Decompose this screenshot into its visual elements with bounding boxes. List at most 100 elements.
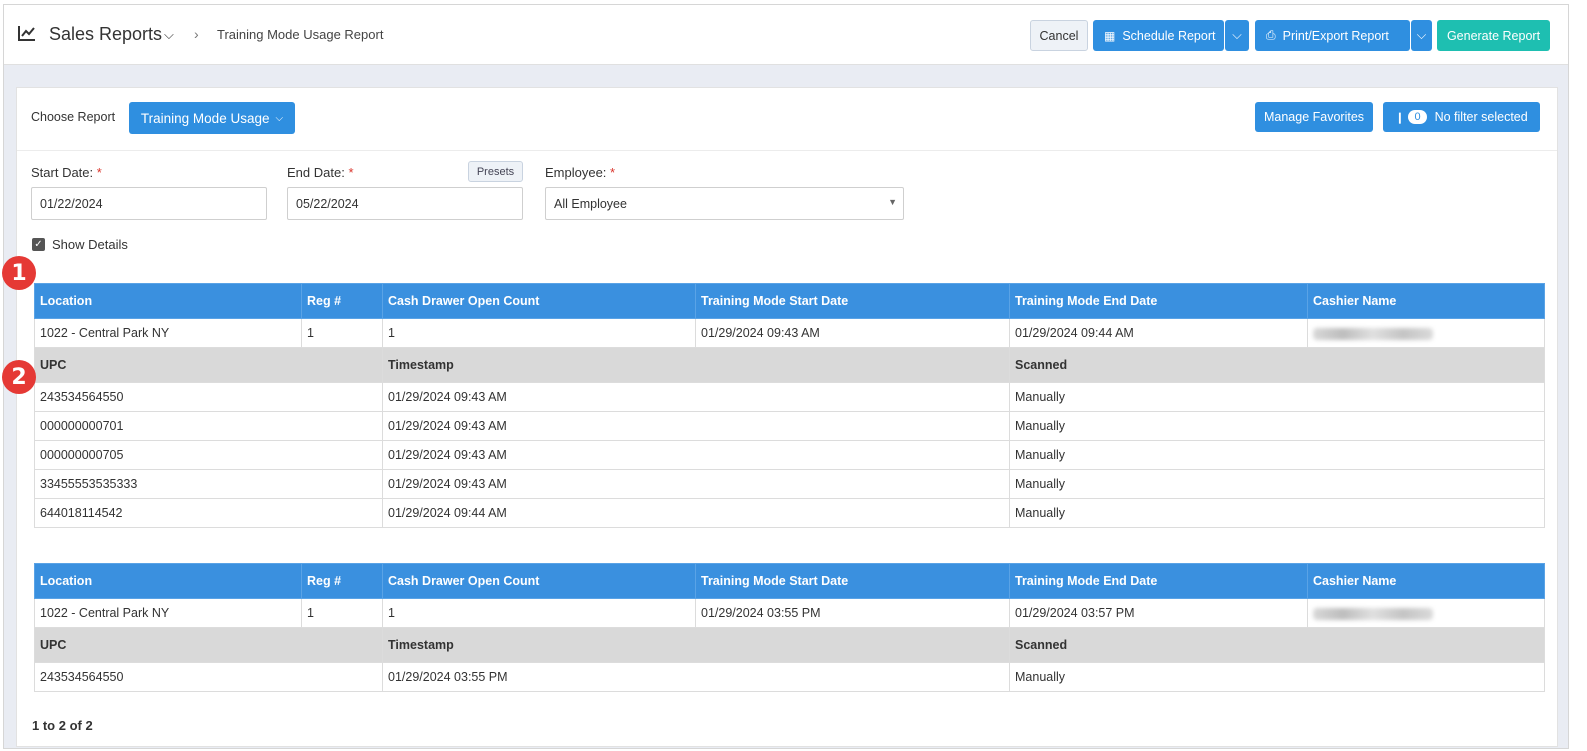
redacted-name [1313, 607, 1433, 620]
cell-timestamp: 01/29/2024 09:43 AM [382, 440, 1010, 470]
sub-col-upc: UPC [34, 627, 383, 663]
detail-row: 000000000701 01/29/2024 09:43 AM Manuall… [34, 411, 1545, 441]
start-date-label: Start Date: * [31, 165, 102, 180]
sub-col-scanned: Scanned [1009, 627, 1545, 663]
end-date-input[interactable]: 05/22/2024 [287, 187, 523, 220]
sub-col-scanned: Scanned [1009, 347, 1545, 383]
sub-col-upc: UPC [34, 347, 383, 383]
end-date-label: End Date: * [287, 165, 354, 180]
col-start-date[interactable]: Training Mode Start Date [695, 283, 1010, 319]
schedule-report-button[interactable]: ▦ Schedule Report [1093, 20, 1224, 51]
schedule-dropdown-button[interactable]: ⌵ [1225, 20, 1249, 51]
col-location[interactable]: Location [34, 563, 302, 599]
cell-reg: 1 [301, 598, 383, 628]
calendar-icon: ▦ [1104, 28, 1116, 43]
table-header-row: Location Reg # Cash Drawer Open Count Tr… [34, 563, 1545, 599]
cell-cash-drawer: 1 [382, 598, 696, 628]
chevron-down-icon: ⌵ [275, 112, 284, 124]
cell-cash-drawer: 1 [382, 318, 696, 348]
print-export-label: Print/Export Report [1282, 28, 1389, 43]
manage-favorites-button[interactable]: Manage Favorites [1255, 102, 1373, 132]
report-card: Choose Report Training Mode Usage ⌵ Mana… [16, 87, 1558, 747]
cell-scanned: Manually [1009, 662, 1545, 692]
chevron-down-icon: ⌵ [1416, 28, 1427, 42]
cancel-button[interactable]: Cancel [1030, 20, 1088, 51]
cell-start-date: 01/29/2024 03:55 PM [695, 598, 1010, 628]
detail-row: 33455553535333 01/29/2024 09:43 AM Manua… [34, 469, 1545, 499]
cell-timestamp: 01/29/2024 09:43 AM [382, 411, 1010, 441]
col-end-date[interactable]: Training Mode End Date [1009, 563, 1308, 599]
start-date-input[interactable]: 01/22/2024 [31, 187, 267, 220]
col-cashier[interactable]: Cashier Name [1307, 563, 1545, 599]
top-bar: Sales Reports ⌵ › Training Mode Usage Re… [4, 5, 1568, 65]
step-marker-2: 2 [2, 360, 36, 394]
detail-header-row: UPC Timestamp Scanned [34, 347, 1545, 383]
col-cash-drawer[interactable]: Cash Drawer Open Count [382, 563, 696, 599]
col-cash-drawer[interactable]: Cash Drawer Open Count [382, 283, 696, 319]
show-details-checkbox[interactable]: ✓ [32, 238, 45, 251]
end-date-label-text: End Date: [287, 165, 345, 180]
detail-row: 000000000705 01/29/2024 09:43 AM Manuall… [34, 440, 1545, 470]
employee-label-text: Employee: [545, 165, 607, 180]
employee-select-value: All Employee [554, 197, 627, 211]
cell-end-date: 01/29/2024 09:44 AM [1009, 318, 1308, 348]
cell-scanned: Manually [1009, 440, 1545, 470]
sub-col-timestamp: Timestamp [382, 347, 1010, 383]
sub-col-timestamp: Timestamp [382, 627, 1010, 663]
detail-header-row: UPC Timestamp Scanned [34, 627, 1545, 663]
chevron-right-icon: › [194, 26, 199, 42]
line-chart-icon [18, 26, 35, 41]
required-mark: * [610, 165, 616, 180]
print-dropdown-button[interactable]: ⌵ [1411, 20, 1432, 51]
report-table-2: Location Reg # Cash Drawer Open Count Tr… [34, 563, 1545, 692]
detail-row: 243534564550 01/29/2024 09:43 AM Manuall… [34, 382, 1545, 412]
col-start-date[interactable]: Training Mode Start Date [695, 563, 1010, 599]
print-export-button[interactable]: ⎙ Print/Export Report [1255, 20, 1410, 51]
cell-upc: 33455553535333 [34, 469, 383, 499]
cell-timestamp: 01/29/2024 09:43 AM [382, 382, 1010, 412]
table-row: 1022 - Central Park NY 1 1 01/29/2024 03… [34, 598, 1545, 628]
cell-location: 1022 - Central Park NY [34, 318, 302, 348]
generate-report-button[interactable]: Generate Report [1437, 20, 1550, 51]
employee-label: Employee: * [545, 165, 615, 180]
employee-select[interactable]: All Employee ▼ [545, 187, 904, 220]
cell-timestamp: 01/29/2024 09:44 AM [382, 498, 1010, 528]
printer-icon: ⎙ [1266, 28, 1276, 42]
col-cashier[interactable]: Cashier Name [1307, 283, 1545, 319]
choose-report-label: Choose Report [31, 110, 116, 124]
redacted-name [1313, 327, 1433, 340]
show-details-label[interactable]: Show Details [52, 237, 128, 252]
cell-start-date: 01/29/2024 09:43 AM [695, 318, 1010, 348]
report-table-1: Location Reg # Cash Drawer Open Count Tr… [34, 283, 1545, 528]
cell-end-date: 01/29/2024 03:57 PM [1009, 598, 1308, 628]
step-marker-1: 1 [2, 256, 36, 290]
chevron-down-icon[interactable]: ⌵ [164, 27, 174, 43]
detail-row: 644018114542 01/29/2024 09:44 AM Manuall… [34, 498, 1545, 528]
filter-button[interactable]: ❙ 0 No filter selected [1383, 102, 1540, 132]
cell-scanned: Manually [1009, 411, 1545, 441]
cell-upc: 644018114542 [34, 498, 383, 528]
divider [17, 150, 1557, 151]
table-header-row: Location Reg # Cash Drawer Open Count Tr… [34, 283, 1545, 319]
col-end-date[interactable]: Training Mode End Date [1009, 283, 1308, 319]
col-reg[interactable]: Reg # [301, 283, 383, 319]
cell-reg: 1 [301, 318, 383, 348]
cell-upc: 000000000701 [34, 411, 383, 441]
page-title[interactable]: Sales Reports [49, 24, 162, 45]
filter-label: No filter selected [1434, 110, 1528, 124]
cell-scanned: Manually [1009, 382, 1545, 412]
col-location[interactable]: Location [34, 283, 302, 319]
cell-timestamp: 01/29/2024 09:43 AM [382, 469, 1010, 499]
cell-cashier [1307, 318, 1545, 348]
chevron-down-icon: ⌵ [1232, 28, 1242, 42]
presets-button[interactable]: Presets [468, 161, 523, 182]
schedule-report-label: Schedule Report [1122, 28, 1216, 43]
col-reg[interactable]: Reg # [301, 563, 383, 599]
table-row: 1022 - Central Park NY 1 1 01/29/2024 09… [34, 318, 1545, 348]
cell-upc: 243534564550 [34, 662, 383, 692]
choose-report-dropdown[interactable]: Training Mode Usage ⌵ [129, 102, 295, 134]
cell-scanned: Manually [1009, 469, 1545, 499]
detail-row: 243534564550 01/29/2024 03:55 PM Manuall… [34, 662, 1545, 692]
cell-upc: 000000000705 [34, 440, 383, 470]
caret-down-icon: ▼ [888, 197, 897, 207]
